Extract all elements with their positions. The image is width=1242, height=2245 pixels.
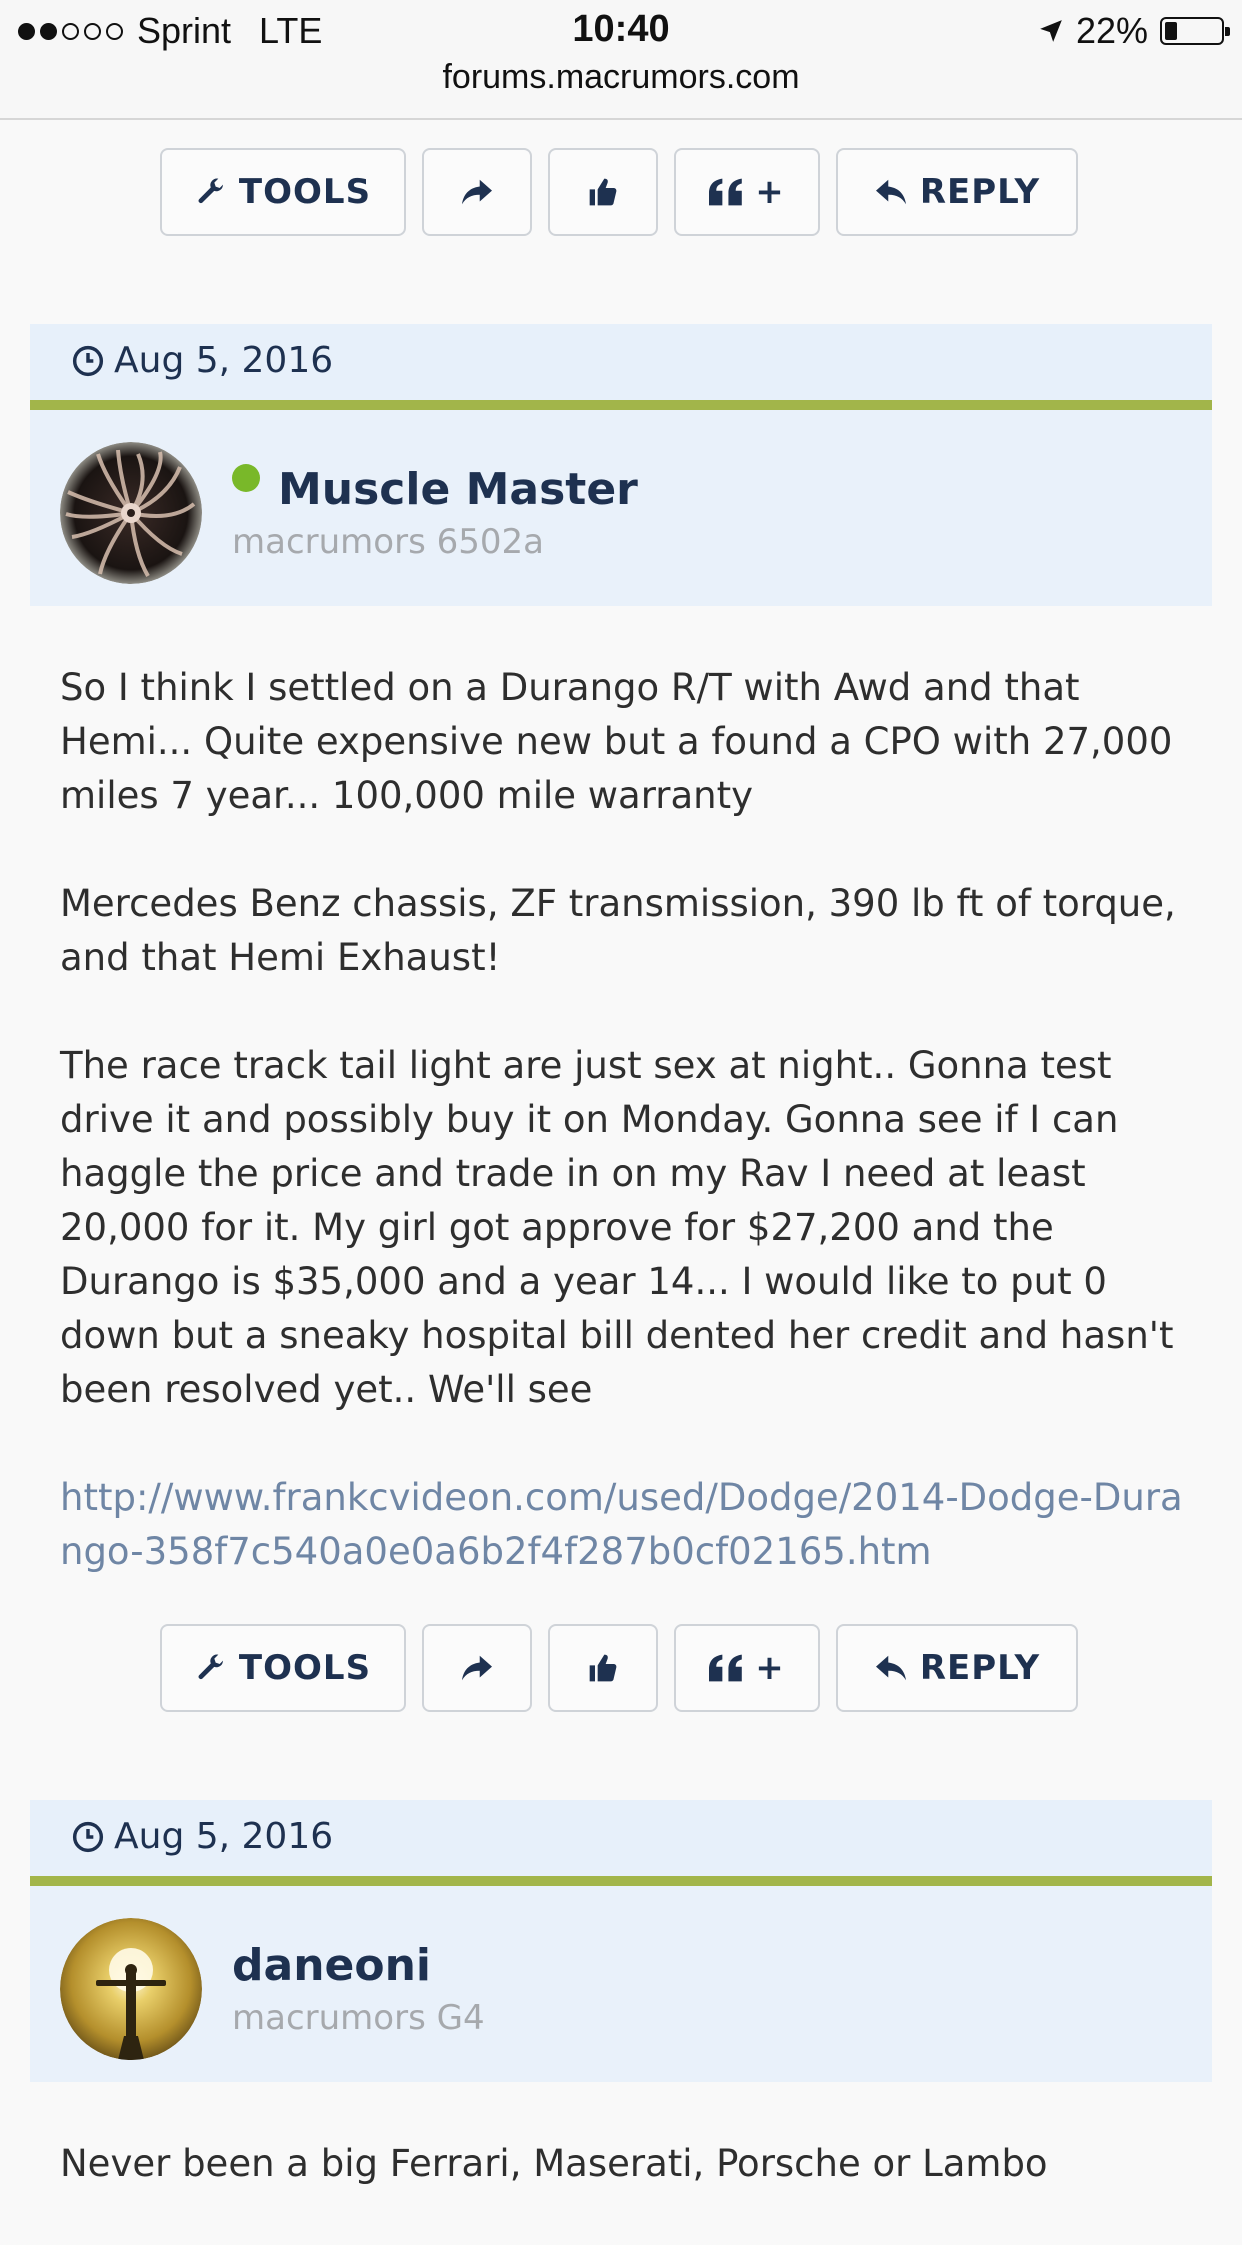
post-actions-toolbar: TOOLS + REPLY <box>0 148 1242 238</box>
like-button[interactable] <box>548 148 658 236</box>
reply-arrow-icon <box>875 1655 906 1681</box>
post-paragraph: Never been a big Ferrari, Maserati, Pors… <box>60 2142 1048 2185</box>
wrench-icon <box>198 1654 223 1680</box>
user-title: macrumors 6502a <box>232 522 544 562</box>
share-button[interactable] <box>422 1624 532 1712</box>
status-right: 22% <box>1038 10 1230 52</box>
battery-icon <box>1160 17 1230 45</box>
address-bar[interactable]: forums.macrumors.com <box>0 58 1242 97</box>
battery-percent: 22% <box>1075 10 1148 51</box>
tools-label: TOOLS <box>238 1648 372 1688</box>
post-actions-toolbar: TOOLS + REPLY <box>0 1624 1242 1714</box>
quote-button[interactable]: + <box>674 1624 820 1712</box>
post-author-bar: daneoni macrumors G4 <box>30 1886 1212 2082</box>
post-author-bar: Muscle Master macrumors 6502a <box>30 410 1212 606</box>
like-button[interactable] <box>548 1624 658 1712</box>
online-status-icon <box>232 463 260 492</box>
post-date-text: Aug 5, 2016 <box>114 1816 334 1857</box>
post-body: Never been a big Ferrari, Maserati, Pors… <box>60 2137 1190 2245</box>
reply-label: REPLY <box>919 172 1041 212</box>
share-arrow-icon <box>462 1655 492 1681</box>
post-divider <box>30 1876 1212 1886</box>
share-button[interactable] <box>422 148 532 236</box>
avatar[interactable] <box>60 1918 202 2060</box>
reply-arrow-icon <box>875 179 906 205</box>
statue-sunset-avatar-image <box>60 1918 202 2060</box>
quote-button[interactable]: + <box>674 148 820 236</box>
reply-button[interactable]: REPLY <box>836 1624 1078 1712</box>
username[interactable]: daneoni <box>232 1940 431 1991</box>
post-paragraph: The race track tail light are just sex a… <box>60 1044 1174 1411</box>
reply-label: REPLY <box>919 1648 1041 1688</box>
post-link[interactable]: http://www.frankcvideon.com/used/Dodge/2… <box>60 1476 1183 1573</box>
post-body: So I think I settled on a Durango R/T wi… <box>60 661 1190 1633</box>
share-arrow-icon <box>462 179 492 205</box>
username[interactable]: Muscle Master <box>232 463 638 515</box>
thumbs-up-icon <box>589 178 617 206</box>
post-divider <box>30 400 1212 410</box>
post-paragraph: Mercedes Benz chassis, ZF transmission, … <box>60 882 1176 979</box>
quote-icon <box>709 178 743 206</box>
tools-label: TOOLS <box>238 172 372 212</box>
user-title: macrumors G4 <box>232 1998 485 2038</box>
turbine-avatar-image <box>60 442 202 584</box>
post-link-paragraph: http://www.frankcvideon.com/used/Dodge/2… <box>60 1471 1190 1579</box>
thumbs-up-icon <box>589 1654 617 1682</box>
post-date-bar: Aug 5, 2016 <box>30 324 1212 402</box>
username-text: daneoni <box>232 1940 431 1991</box>
clock-icon <box>72 345 104 376</box>
post-date[interactable]: Aug 5, 2016 <box>72 1816 333 1857</box>
quote-plus-label: + <box>755 1648 785 1688</box>
quote-plus-label: + <box>755 172 785 212</box>
tools-button[interactable]: TOOLS <box>160 148 406 236</box>
post-date-text: Aug 5, 2016 <box>114 340 334 381</box>
wrench-icon <box>198 178 223 204</box>
tools-button[interactable]: TOOLS <box>160 1624 406 1712</box>
avatar[interactable] <box>60 442 202 584</box>
location-arrow-icon <box>1040 20 1062 42</box>
post-date[interactable]: Aug 5, 2016 <box>72 340 333 381</box>
quote-icon <box>709 1654 743 1682</box>
reply-button[interactable]: REPLY <box>836 148 1078 236</box>
username-text: Muscle Master <box>278 464 638 515</box>
clock-icon <box>72 1821 104 1852</box>
post-paragraph: So I think I settled on a Durango R/T wi… <box>60 666 1173 817</box>
post-date-bar: Aug 5, 2016 <box>30 1800 1212 1878</box>
status-bar: Sprint LTE 10:40 22% forums.macrumors.co… <box>0 0 1242 120</box>
